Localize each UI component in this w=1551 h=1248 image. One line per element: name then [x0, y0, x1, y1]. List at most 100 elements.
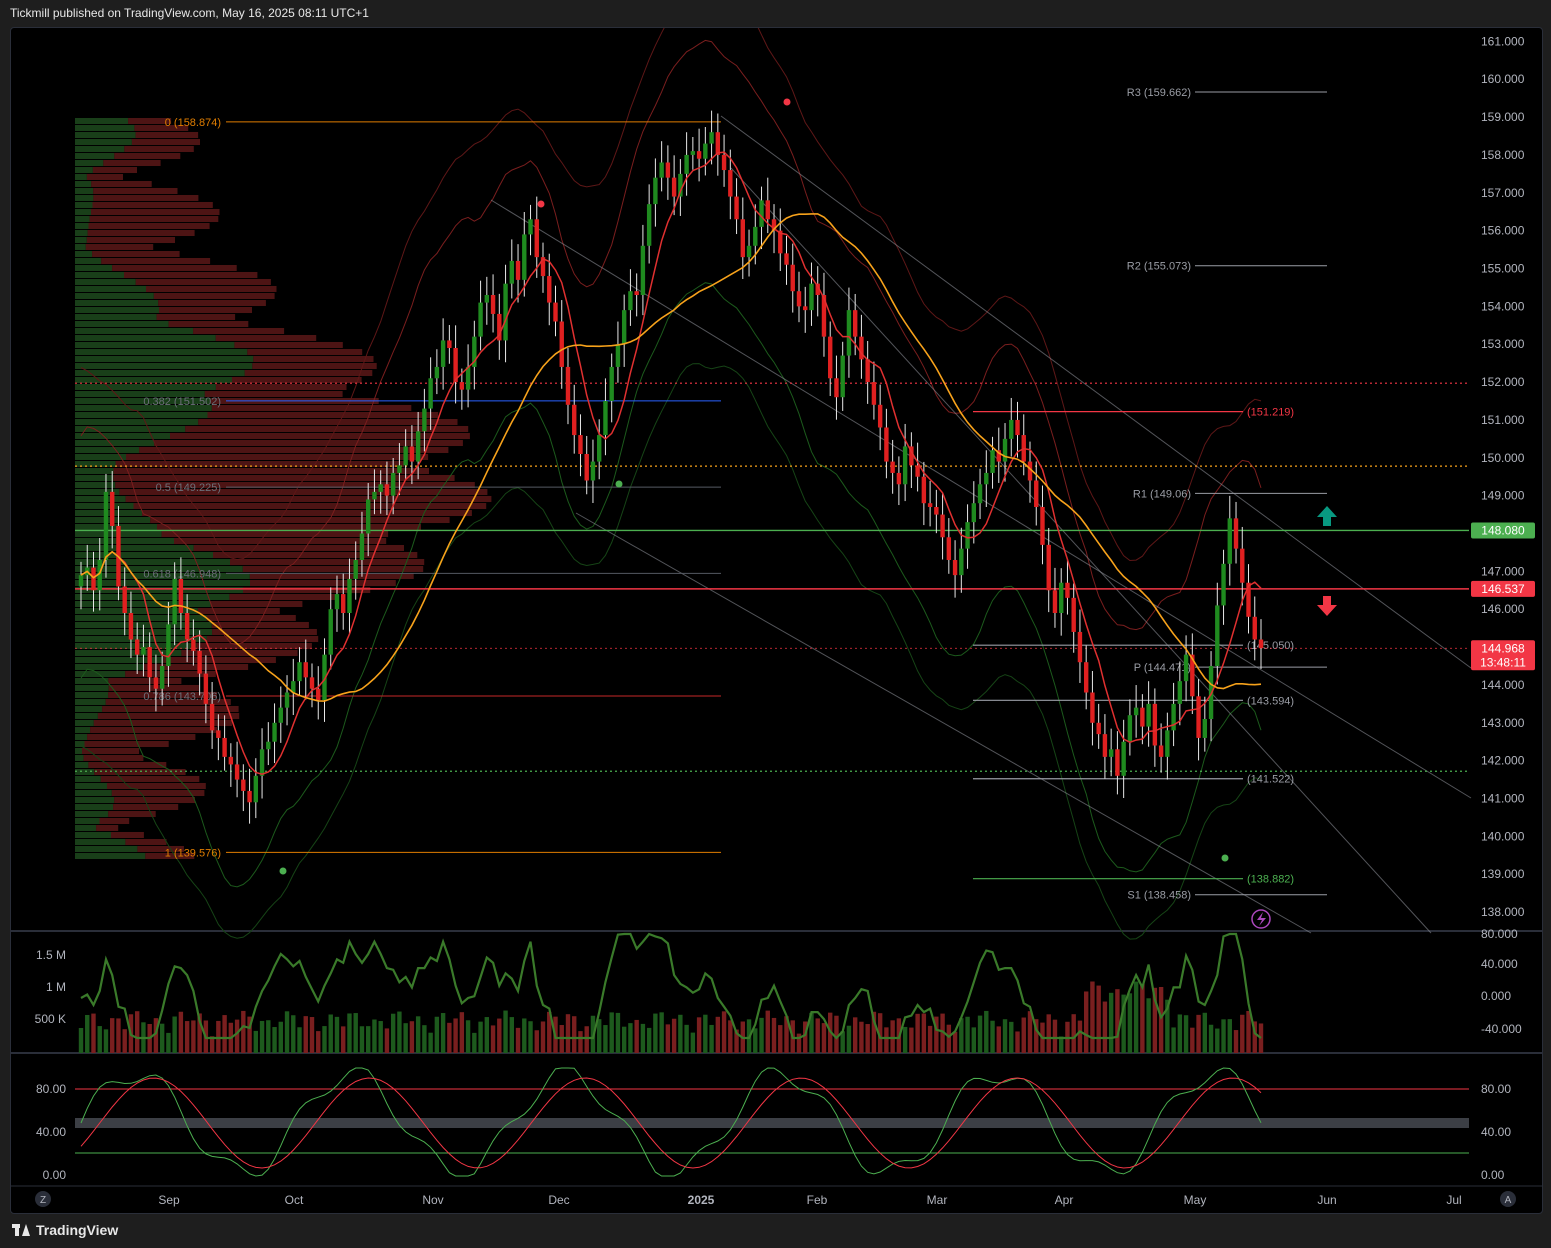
volume-bar: [659, 1012, 664, 1053]
volume-bar: [765, 1010, 770, 1053]
volume-axis-tick: 1 M: [46, 980, 66, 994]
volume-bar: [378, 1021, 383, 1053]
volume-bar: [690, 1032, 696, 1053]
volume-bar: [1096, 985, 1101, 1053]
candle-body: [1233, 518, 1239, 549]
chart-frame[interactable]: 0 (158.874) 0.382 (151.502) 0.5 (149.225) 0…: [10, 27, 1543, 1214]
fib-level-label: 0.618 (146.948): [143, 568, 221, 580]
lightning-event-icon: [1257, 912, 1266, 926]
candle-body: [865, 359, 870, 383]
candle-body: [465, 366, 471, 390]
price-axis-tick: 150.000: [1481, 451, 1525, 465]
footer-brand: TradingView: [12, 1222, 118, 1238]
candle-body: [784, 253, 789, 265]
candle-body: [91, 567, 96, 591]
time-axis-tick: Dec: [548, 1193, 569, 1207]
volume-bar: [1177, 1014, 1183, 1053]
level-label: (141.522): [1247, 774, 1294, 786]
volume-bar: [1021, 1017, 1026, 1053]
volume-bar: [359, 1026, 365, 1053]
candle-body: [584, 454, 589, 481]
chart-canvas[interactable]: 0 (158.874) 0.382 (151.502) 0.5 (149.225) 0…: [11, 28, 1542, 1213]
volume-bar: [565, 1014, 571, 1053]
volume-bar: [1090, 981, 1095, 1053]
candle-body: [528, 219, 533, 235]
volume-profile: [75, 118, 492, 859]
volume-bar: [122, 1029, 127, 1053]
volume-bar: [241, 1010, 246, 1053]
candle-body: [553, 302, 558, 322]
volume-bar: [428, 1032, 433, 1053]
volume-bar: [1246, 1010, 1251, 1053]
price-mark-label: 148.080: [1481, 523, 1525, 537]
fib-level-label: 0.5 (149.225): [156, 482, 221, 494]
candle-body: [653, 177, 658, 205]
volume-bar: [684, 1024, 689, 1053]
stoch-axis-tick: 0.00: [1481, 1168, 1505, 1182]
candle-body: [1152, 703, 1158, 746]
price-axis-tick: 141.000: [1481, 792, 1525, 806]
candle-body: [1202, 719, 1208, 738]
candle-body: [871, 382, 877, 405]
candle-body: [984, 472, 989, 485]
volume-bar: [91, 1013, 96, 1053]
volume-bar: [297, 1027, 302, 1053]
channel-line: [720, 115, 1472, 669]
candle-body: [590, 461, 596, 481]
volume-bar: [1140, 983, 1145, 1053]
cci-axis-tick: -40.000: [1481, 1022, 1522, 1036]
volume-bar: [1071, 1014, 1076, 1053]
candle-body: [128, 613, 134, 640]
volume-bar: [259, 1020, 265, 1053]
price-axis-tick: 142.000: [1481, 754, 1525, 768]
candle-body: [234, 764, 240, 780]
volume-bar: [977, 1015, 983, 1053]
candle-body: [852, 310, 858, 337]
price-axis-tick: 152.000: [1481, 375, 1525, 389]
candle-body: [534, 219, 539, 258]
candle-body: [390, 472, 396, 496]
volume-bar: [415, 1016, 421, 1053]
volume-bar: [1258, 1023, 1264, 1053]
tradingview-logo-icon: [12, 1224, 30, 1236]
volume-bar: [1102, 1001, 1108, 1053]
candle-body: [765, 200, 770, 220]
volume-bar: [116, 1018, 121, 1053]
candle-body: [365, 499, 371, 534]
candle-body: [403, 446, 408, 466]
level-label: (138.882): [1247, 874, 1294, 886]
candle-body: [1171, 703, 1176, 731]
candle-body: [690, 151, 696, 155]
candle-body: [272, 722, 277, 742]
candle-body: [671, 177, 677, 197]
candle-body: [578, 435, 583, 454]
volume-bar: [540, 1021, 546, 1053]
candle-body: [316, 688, 321, 701]
candle-body: [447, 340, 452, 348]
candle-body: [440, 340, 446, 367]
volume-bar: [478, 1021, 483, 1053]
candle-body: [934, 507, 939, 515]
candle-body: [1108, 749, 1114, 757]
level-label: (145.050): [1247, 640, 1294, 652]
price-axis-tick: 156.000: [1481, 224, 1525, 238]
volume-axis-tick: 500 K: [35, 1012, 66, 1026]
stoch-neutral-band: [75, 1118, 1469, 1128]
candle-body: [253, 775, 259, 803]
volume-bar: [522, 1018, 527, 1053]
volume-bar: [1208, 1024, 1214, 1053]
volume-bar: [534, 1030, 539, 1053]
candle-body: [415, 431, 421, 462]
candle-body: [715, 132, 721, 155]
signal-dot: [783, 98, 791, 106]
volume-bar: [1190, 1027, 1195, 1053]
price-axis-tick: 158.000: [1481, 148, 1525, 162]
volume-bar: [166, 1032, 171, 1053]
candle-body: [684, 154, 689, 174]
brand-label: TradingView: [36, 1222, 119, 1238]
candle-body: [971, 503, 977, 523]
candle-body: [328, 609, 333, 655]
volume-bar: [615, 1012, 621, 1053]
cci-axis-tick: 0.000: [1481, 989, 1511, 1003]
volume-bar: [497, 1018, 502, 1053]
